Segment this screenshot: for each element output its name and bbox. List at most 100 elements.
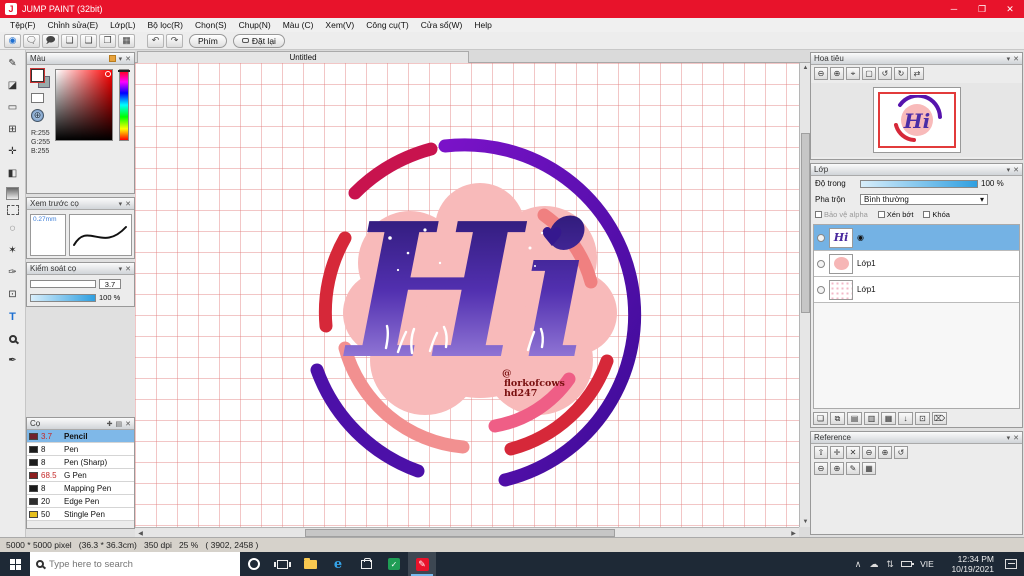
new-file-icon[interactable]: ❏	[61, 33, 78, 48]
stamp-tool-icon[interactable]: ⊞	[4, 121, 22, 138]
document-tab[interactable]: Untitled	[137, 51, 469, 63]
merge-layer-icon[interactable]: ▥	[864, 412, 879, 425]
zoom-100-icon[interactable]: ▢	[862, 67, 876, 80]
brush-row[interactable]: 8 Mapping Pen	[27, 482, 134, 495]
file-explorer-button[interactable]	[296, 552, 324, 576]
menu-select[interactable]: Chọn(S)	[189, 20, 233, 30]
brush-row[interactable]: 8 Pen	[27, 443, 134, 456]
layer-row[interactable]: Lớp1	[814, 277, 1019, 303]
brush-row[interactable]: 20 Edge Pen	[27, 495, 134, 508]
brush-menu-icon[interactable]: ▤	[116, 420, 123, 428]
menu-file[interactable]: Tệp(F)	[4, 20, 42, 30]
undo-icon[interactable]: ↶	[147, 33, 164, 48]
chat-icon[interactable]: 🗩	[42, 33, 59, 48]
sync-icon[interactable]: ◉	[4, 33, 21, 48]
brush-size-value[interactable]: 3.7	[99, 279, 121, 289]
menu-view[interactable]: Xem(V)	[319, 20, 360, 30]
collapse-icon[interactable]: ▾	[1007, 55, 1011, 63]
reset-button[interactable]: Đặt lại	[232, 33, 285, 48]
network-icon[interactable]: ⇅	[882, 552, 898, 576]
close-panel-icon[interactable]: ✕	[1013, 166, 1019, 174]
export-icon[interactable]: ❐	[99, 33, 116, 48]
saturation-value-picker[interactable]	[55, 69, 113, 141]
reference-zoom-in-icon[interactable]: ⊕	[878, 446, 892, 459]
reference-zoom-out-icon[interactable]: ⊖	[862, 446, 876, 459]
green-app-button[interactable]: ✓	[380, 552, 408, 576]
layer-visibility-icon[interactable]	[817, 259, 825, 268]
lock-checkbox[interactable]	[923, 211, 931, 218]
zoom-tool-icon[interactable]	[4, 330, 22, 347]
reference-minus-icon[interactable]: ⊖	[814, 462, 828, 475]
zoom-in-icon[interactable]: ⊕	[830, 67, 844, 80]
brush-row[interactable]: 68.5 G Pen	[27, 469, 134, 482]
gradient-tool-icon[interactable]	[6, 187, 19, 200]
action-center-button[interactable]	[998, 552, 1024, 576]
collapse-icon[interactable]: ▾	[1007, 434, 1011, 442]
flip-icon[interactable]: ⇄	[910, 67, 924, 80]
horizontal-scrollbar[interactable]: ◀ ▶	[135, 527, 799, 537]
collapse-icon[interactable]: ▾	[119, 265, 123, 273]
layer-row[interactable]: Lớp1	[814, 251, 1019, 277]
zoom-out-icon[interactable]: ⊖	[814, 67, 828, 80]
move-layer-down-icon[interactable]: ↓	[898, 412, 913, 425]
move-tool-icon[interactable]: ✛	[4, 143, 22, 160]
close-panel-icon[interactable]: ✕	[125, 200, 131, 208]
close-panel-icon[interactable]: ✕	[125, 55, 131, 63]
brush-row[interactable]: 50 Stingle Pen	[27, 508, 134, 521]
task-view-button[interactable]	[268, 552, 296, 576]
horizontal-scroll-thumb[interactable]	[305, 529, 615, 537]
lasso-tool-icon[interactable]: ◌	[4, 220, 22, 237]
globe-icon[interactable]: ⊕	[31, 109, 44, 122]
transfer-layer-icon[interactable]: ▦	[881, 412, 896, 425]
clear-reference-icon[interactable]: ✕	[846, 446, 860, 459]
language-indicator[interactable]: VIE	[914, 552, 940, 576]
layer-folder-icon[interactable]: ▤	[847, 412, 862, 425]
menu-color[interactable]: Màu (C)	[277, 20, 320, 30]
brush-size-slider[interactable]	[30, 280, 96, 288]
clipping-checkbox[interactable]	[877, 211, 885, 218]
blend-mode-select[interactable]: Bình thường ▾	[860, 194, 988, 205]
zoom-fit-icon[interactable]: ⌖	[846, 67, 860, 80]
hand-tool-icon[interactable]: ✒	[4, 352, 22, 369]
rotate-right-icon[interactable]: ↻	[894, 67, 908, 80]
hue-slider[interactable]	[119, 69, 129, 141]
brush-opacity-slider[interactable]	[30, 293, 96, 302]
brush-row[interactable]: 3.7 Pencil	[27, 430, 134, 443]
menu-help[interactable]: Help	[468, 20, 497, 30]
store-button[interactable]	[352, 552, 380, 576]
redo-icon[interactable]: ↷	[166, 33, 183, 48]
reference-grid-icon[interactable]: ▦	[862, 462, 876, 475]
menu-edit[interactable]: Chỉnh sửa(E)	[42, 20, 105, 30]
grid-icon[interactable]: ▦	[118, 33, 135, 48]
close-panel-icon[interactable]: ✕	[1013, 434, 1019, 442]
edge-button[interactable]: e	[324, 552, 352, 576]
reference-rotate-icon[interactable]: ↺	[894, 446, 908, 459]
search-input[interactable]	[49, 558, 209, 570]
import-reference-icon[interactable]: ⇧	[814, 446, 828, 459]
save-icon[interactable]: ❑	[80, 33, 97, 48]
minimize-button[interactable]: ─	[940, 0, 968, 18]
close-panel-icon[interactable]: ✕	[125, 265, 131, 273]
menu-window[interactable]: Cửa sổ(W)	[415, 20, 469, 30]
layer-visibility-icon[interactable]	[817, 285, 825, 294]
layer-opacity-slider[interactable]	[860, 179, 978, 188]
collapse-icon[interactable]: ▾	[119, 55, 123, 63]
magic-wand-tool-icon[interactable]: ✶	[4, 242, 22, 259]
brush-row[interactable]: 8 Pen (Sharp)	[27, 456, 134, 469]
duplicate-layer-icon[interactable]: ⧉	[830, 412, 845, 425]
close-panel-icon[interactable]: ✕	[125, 420, 131, 428]
text-tool-icon[interactable]: T	[4, 308, 22, 325]
pen-tool-icon[interactable]: ✎	[4, 55, 22, 72]
cortana-button[interactable]	[240, 552, 268, 576]
hidden-icons-chevron[interactable]: ∧	[850, 552, 866, 576]
layer-settings-icon[interactable]: ⊡	[915, 412, 930, 425]
move-reference-icon[interactable]: ✛	[830, 446, 844, 459]
layer-row[interactable]: Hi ◉	[814, 225, 1019, 251]
menu-snap[interactable]: Chụp(N)	[233, 20, 277, 30]
menu-tools[interactable]: Công cụ(T)	[360, 20, 415, 30]
collapse-icon[interactable]: ▾	[1007, 166, 1011, 174]
select-pen-tool-icon[interactable]: ✑	[4, 264, 22, 281]
marquee-tool-icon[interactable]: ▭	[4, 99, 22, 116]
battery-icon[interactable]	[898, 552, 914, 576]
alpha-protect-checkbox[interactable]	[815, 211, 822, 218]
